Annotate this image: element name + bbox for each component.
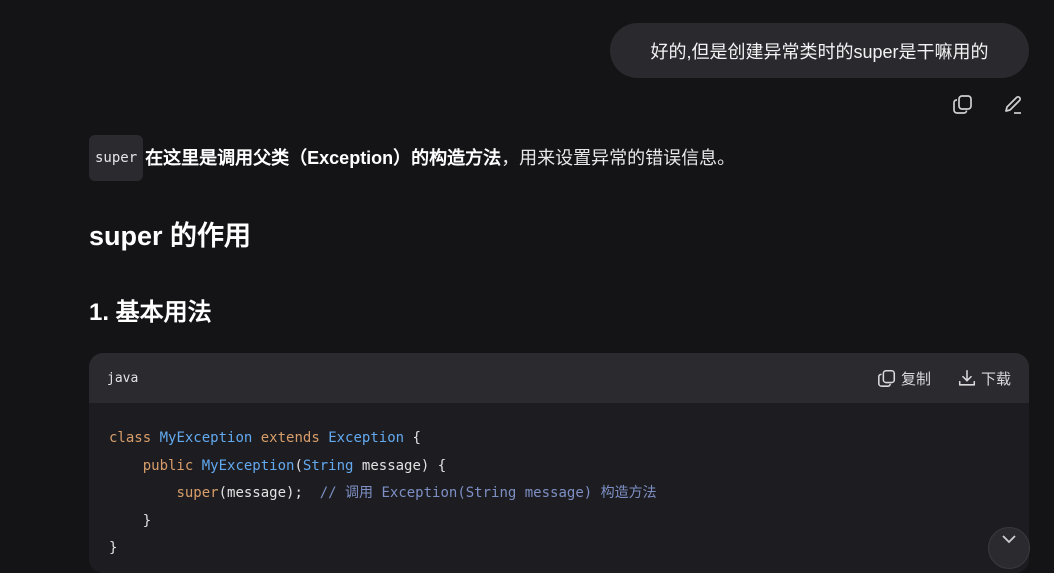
pencil-icon — [1005, 96, 1021, 114]
copy-message-button[interactable] — [950, 91, 976, 117]
section-heading: super 的作用 — [89, 221, 252, 251]
answer-intro: super 在这里是调用父类（Exception）的构造方法 ，用来设置异常的错… — [89, 135, 1029, 181]
code-token: public — [142, 457, 194, 474]
chevron-down-icon — [1002, 535, 1016, 544]
code-token: Exception — [328, 430, 405, 446]
code-token: String — [302, 457, 354, 474]
code-token: { — [412, 430, 421, 446]
copy-code-label: 复制 — [900, 370, 931, 388]
intro-bold-text: 在这里是调用父类（Exception）的构造方法 — [145, 148, 502, 168]
code-token: (message); — [218, 485, 303, 501]
code-body: class MyException extends Exception { pu… — [89, 403, 1029, 573]
code-block-header: java 复制 下载 — [89, 353, 1029, 403]
code-tools: 复制 下载 — [877, 368, 1011, 389]
code-token: ( — [294, 457, 303, 474]
code-token: MyException — [159, 430, 253, 446]
user-message-text: 好的,但是创建异常类时的super是干嘛用的 — [650, 41, 989, 62]
code-line-4: } — [109, 508, 1009, 536]
code-token: MyException — [201, 457, 295, 474]
copy-icon — [953, 95, 972, 114]
edit-message-button[interactable] — [1000, 91, 1026, 117]
code-token: } — [109, 540, 118, 556]
download-code-button[interactable]: 下载 — [957, 368, 1011, 389]
user-message-bubble: 好的,但是创建异常类时的super是干嘛用的 — [610, 23, 1029, 78]
scroll-to-bottom-button[interactable] — [988, 527, 1030, 569]
assistant-answer: super 在这里是调用父类（Exception）的构造方法 ，用来设置异常的错… — [89, 135, 1029, 326]
code-line-1: class MyException extends Exception { — [109, 425, 1009, 453]
subsection-heading: 1. 基本用法 — [89, 299, 212, 326]
inline-code-super: super — [89, 135, 144, 181]
code-line-5: } — [109, 535, 1009, 563]
message-actions — [950, 91, 1026, 117]
download-icon — [958, 369, 976, 386]
copy-code-button[interactable]: 复制 — [877, 368, 931, 389]
code-token: message) { — [361, 457, 447, 474]
code-line-3: super(message); // 调用 Exception(String m… — [109, 480, 1009, 508]
code-language-label: java — [107, 370, 139, 386]
code-token: super — [176, 485, 219, 501]
code-token: } — [142, 512, 152, 529]
code-token: extends — [260, 430, 320, 446]
code-line-2: public MyException(String message) { — [109, 453, 1009, 481]
code-token: class — [109, 430, 152, 446]
code-comment: // 调用 Exception(String message) 构造方法 — [319, 485, 657, 501]
intro-rest-text: ，用来设置异常的错误信息。 — [501, 148, 736, 168]
code-block: java 复制 下载 class MyException extends Exc… — [89, 353, 1029, 573]
copy-icon — [878, 369, 896, 387]
download-code-label: 下载 — [980, 370, 1011, 388]
